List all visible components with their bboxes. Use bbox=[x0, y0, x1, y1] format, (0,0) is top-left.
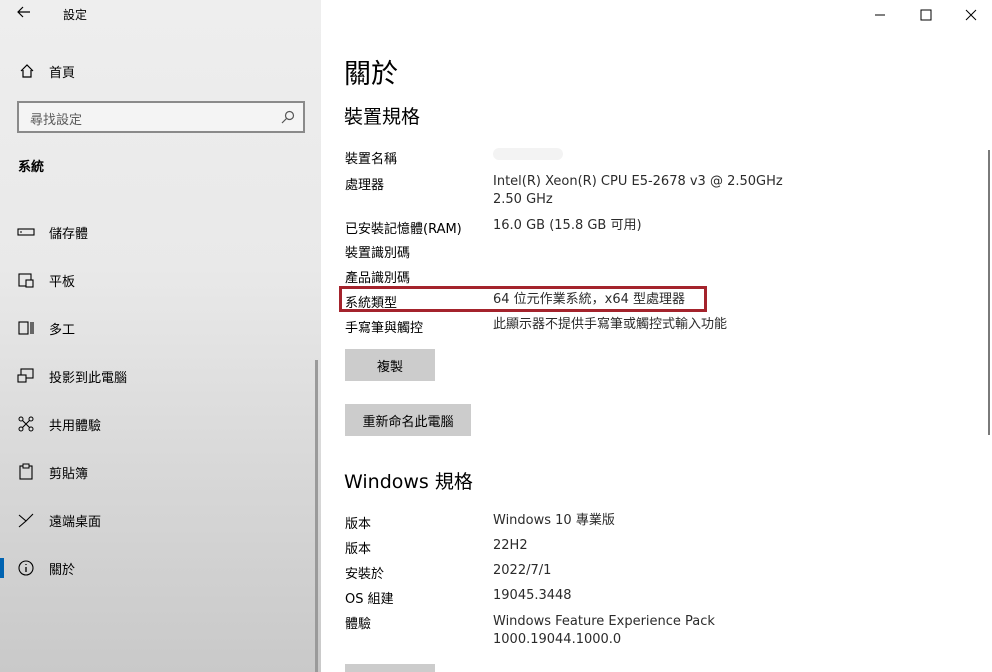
win-spec-value-experience-build: 1000.19044.1000.0 bbox=[493, 632, 622, 647]
device-name-value-redacted bbox=[493, 148, 563, 160]
spec-label-device-name: 裝置名稱 bbox=[345, 152, 398, 167]
projecting-icon bbox=[16, 366, 36, 386]
win-spec-label-edition: 版本 bbox=[345, 517, 372, 532]
main-content: 關於 裝置規格 裝置名稱 處理器 Intel(R) Xeon(R) CPU E5… bbox=[321, 0, 992, 672]
storage-icon bbox=[16, 222, 36, 242]
sidebar-item-label: 共用體驗 bbox=[49, 418, 102, 434]
spec-label-pen-touch: 手寫筆與觸控 bbox=[345, 321, 424, 336]
back-arrow-icon[interactable] bbox=[14, 4, 34, 24]
tablet-icon bbox=[16, 270, 36, 290]
windows-spec-heading: Windows 規格 bbox=[344, 471, 473, 493]
sidebar-item-label: 首頁 bbox=[49, 65, 76, 81]
win-spec-value-os-build: 19045.3448 bbox=[493, 588, 572, 603]
about-icon bbox=[16, 558, 36, 578]
main-scrollbar[interactable] bbox=[988, 150, 990, 435]
sidebar-item-label: 儲存體 bbox=[49, 226, 89, 242]
spec-value-pen-touch: 此顯示器不提供手寫筆或觸控式輸入功能 bbox=[493, 317, 728, 332]
minimize-icon[interactable] bbox=[857, 0, 903, 30]
sidebar-item-projecting[interactable]: 投影到此電腦 bbox=[0, 361, 321, 391]
win-spec-value-experience: Windows Feature Experience Pack bbox=[493, 614, 715, 629]
spec-value-processor: Intel(R) Xeon(R) CPU E5-2678 v3 @ 2.50GH… bbox=[493, 174, 783, 189]
active-indicator bbox=[0, 558, 4, 578]
copy-button-windows[interactable] bbox=[345, 664, 435, 672]
sidebar-item-label: 平板 bbox=[49, 274, 76, 290]
rename-pc-button[interactable]: 重新命名此電腦 bbox=[345, 404, 471, 436]
sidebar-item-label: 投影到此電腦 bbox=[49, 370, 128, 386]
spec-label-ram: 已安裝記憶體(RAM) bbox=[345, 222, 462, 237]
search-placeholder: 尋找設定 bbox=[30, 113, 83, 128]
multitasking-icon bbox=[16, 318, 36, 338]
app-title: 設定 bbox=[63, 8, 88, 22]
close-icon[interactable] bbox=[948, 0, 992, 30]
sidebar-item-label: 遠端桌面 bbox=[49, 514, 102, 530]
sidebar-scrollbar[interactable] bbox=[315, 360, 318, 672]
section-heading: 系統 bbox=[18, 160, 45, 175]
win-spec-label-version: 版本 bbox=[345, 542, 372, 557]
sidebar-item-label: 剪貼簿 bbox=[49, 466, 89, 482]
win-spec-label-experience: 體驗 bbox=[345, 617, 372, 632]
win-spec-value-installed-on: 2022/7/1 bbox=[493, 563, 552, 578]
sidebar-item-home[interactable]: 首頁 bbox=[18, 60, 75, 82]
sidebar-item-label: 多工 bbox=[49, 322, 76, 338]
device-spec-heading: 裝置規格 bbox=[344, 106, 421, 128]
sidebar-item-storage[interactable]: 儲存體 bbox=[0, 217, 321, 247]
sidebar-item-label: 關於 bbox=[49, 562, 76, 578]
remote-desktop-icon bbox=[16, 510, 36, 530]
sidebar-item-tablet[interactable]: 平板 bbox=[0, 265, 321, 295]
win-spec-label-os-build: OS 組建 bbox=[345, 592, 394, 607]
maximize-icon[interactable] bbox=[903, 0, 949, 30]
search-input[interactable]: 尋找設定 bbox=[17, 101, 305, 133]
sidebar-item-shared-experiences[interactable]: 共用體驗 bbox=[0, 409, 321, 439]
sidebar: 設定 首頁 尋找設定 系統 儲存體 平板 多工 投影到此電腦 共用體驗 剪貼簿 … bbox=[0, 0, 321, 672]
spec-label-processor: 處理器 bbox=[345, 178, 385, 193]
sidebar-item-clipboard[interactable]: 剪貼簿 bbox=[0, 457, 321, 487]
home-icon bbox=[18, 62, 36, 80]
search-icon bbox=[281, 109, 297, 125]
system-type-highlight-box bbox=[339, 286, 707, 312]
spec-value-processor-speed: 2.50 GHz bbox=[493, 192, 553, 207]
spec-label-product-id: 產品識別碼 bbox=[345, 271, 411, 286]
win-spec-value-version: 22H2 bbox=[493, 538, 528, 553]
sidebar-item-about[interactable]: 關於 bbox=[0, 553, 321, 583]
sidebar-item-multitasking[interactable]: 多工 bbox=[0, 313, 321, 343]
shared-experiences-icon bbox=[16, 414, 36, 434]
clipboard-icon bbox=[16, 462, 36, 482]
sidebar-item-remote-desktop[interactable]: 遠端桌面 bbox=[0, 505, 321, 535]
copy-button[interactable]: 複製 bbox=[345, 349, 435, 381]
page-title: 關於 bbox=[344, 59, 398, 90]
win-spec-label-installed-on: 安裝於 bbox=[345, 567, 385, 582]
spec-value-ram: 16.0 GB (15.8 GB 可用) bbox=[493, 218, 642, 233]
win-spec-value-edition: Windows 10 專業版 bbox=[493, 513, 615, 528]
spec-label-device-id: 裝置識別碼 bbox=[345, 246, 411, 261]
